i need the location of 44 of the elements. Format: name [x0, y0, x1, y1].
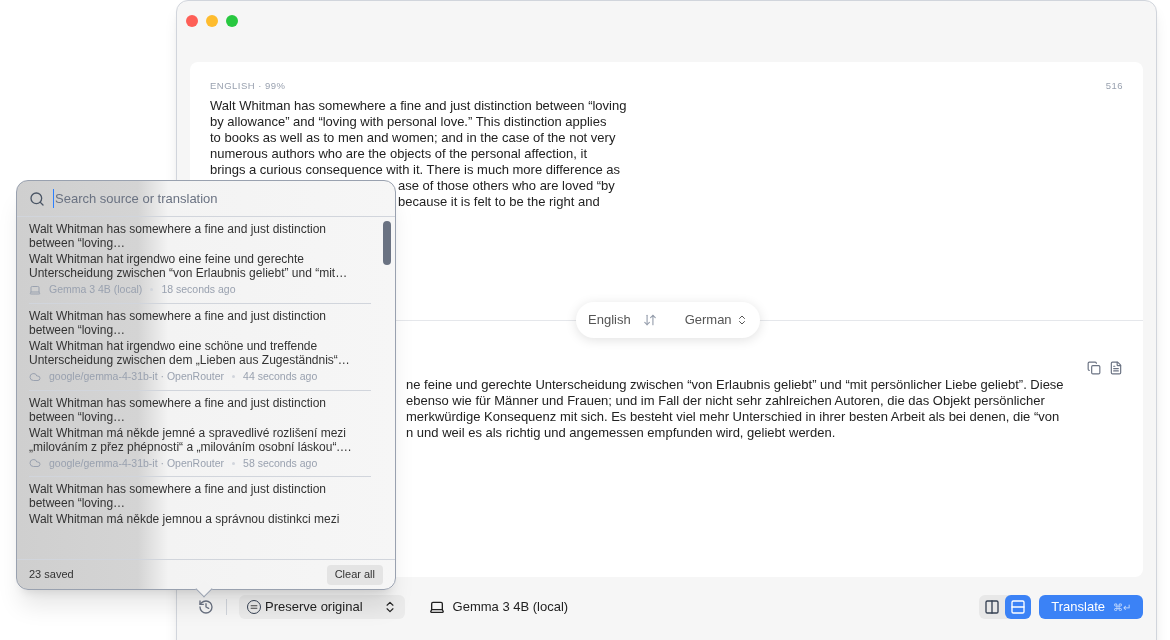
- translation-text: ne feine und gerechte Unterscheidung zwischen “von Erlaubnis geliebt” und “mit persönlicher Liebe geliebt”. Diese: [405, 377, 1065, 393]
- history-source: Walt Whitman has somewhere a fine and just distinction between “loving…: [29, 482, 328, 511]
- mode-select[interactable]: Preserve original: [239, 595, 405, 619]
- history-source: Walt Whitman has somewhere a fine and just distinction between “loving…: [29, 395, 328, 424]
- history-translation: Walt Whitman má někde jemnou a správnou distinkci mezi: [29, 512, 341, 527]
- search-icon: [29, 190, 45, 207]
- stacked-layout-button[interactable]: [1005, 595, 1032, 619]
- history-source: Walt Whitman has somewhere a fine and just distinction between “loving…: [29, 308, 328, 337]
- translation-text: merkwürdige Konsequenz mit sich. Es besteht viel mehr Unterschied in ihrer besten Arbeit als bei denen, die “von: [405, 409, 1061, 425]
- history-time: 58 seconds ago: [243, 455, 318, 471]
- close-button[interactable]: [186, 15, 198, 27]
- source-language-label: ENGLISH · 99%: [210, 79, 286, 93]
- translation-text: n und weil es als richtig und angemessen empfunden wird, geliebt werden.: [405, 425, 837, 441]
- laptop-icon: [428, 599, 445, 615]
- character-count: 516: [1105, 79, 1123, 93]
- history-icon[interactable]: [198, 599, 214, 615]
- cloud-icon: [29, 457, 41, 470]
- history-translation: Walt Whitman má někde jemné a spravedlivé rozlišení mezi „milováním z přez phépnosti“ a „milováním osobní láskou“.…: [29, 425, 353, 454]
- search-field[interactable]: Search source or translation: [53, 188, 383, 209]
- laptop-icon: [29, 283, 41, 296]
- source-text-fragment: ase of those others who are loved “by: [398, 178, 616, 195]
- history-model: google/gemma-4-31b-it · OpenRouter: [49, 368, 225, 384]
- history-model: google/gemma-4-31b-it · OpenRouter: [49, 455, 225, 471]
- history-time: 44 seconds ago: [243, 368, 318, 384]
- target-language-select[interactable]: German: [684, 310, 748, 330]
- model-select[interactable]: Gemma 3 4B (local): [428, 597, 569, 617]
- clear-all-button[interactable]: Clear all: [326, 564, 383, 585]
- translate-button[interactable]: Translate ⌘↵: [1039, 595, 1143, 619]
- history-translation: Walt Whitman hat irgendwo eine feine und gerechte Unterscheidung zwischen “von Erlaubnis geliebt” und “mit…: [29, 252, 349, 280]
- swap-icon[interactable]: [642, 313, 657, 327]
- source-text-fragment: because it is felt to be the right and: [398, 194, 601, 211]
- source-language[interactable]: English: [588, 310, 631, 330]
- cloud-icon: [29, 370, 41, 383]
- saved-count: 23 saved: [29, 567, 74, 583]
- translation-text: ebenso wie für Männer und Frauen; und im Fall der nicht sehr zahlreichen Autoren, die das Objekt persönlicher: [405, 393, 1046, 409]
- history-source: Walt Whitman has somewhere a fine and just distinction between “loving…: [29, 222, 328, 250]
- rows-icon: [1010, 599, 1027, 615]
- columns-icon: [984, 599, 1001, 615]
- history-time: 18 seconds ago: [161, 282, 236, 297]
- document-icon[interactable]: [1109, 361, 1123, 375]
- history-translation: Walt Whitman hat irgendwo eine schöne und treffende Unterscheidung zwischen dem „Lieben aus Zugeständnis“…: [29, 338, 351, 367]
- copy-icon[interactable]: [1087, 361, 1101, 375]
- history-item[interactable]: Walt Whitman has somewhere a fine and just distinction between “loving… Walt Whitman má někde jemnou a správnou distinkci mezi: [29, 477, 371, 532]
- scrollbar[interactable]: [383, 221, 391, 265]
